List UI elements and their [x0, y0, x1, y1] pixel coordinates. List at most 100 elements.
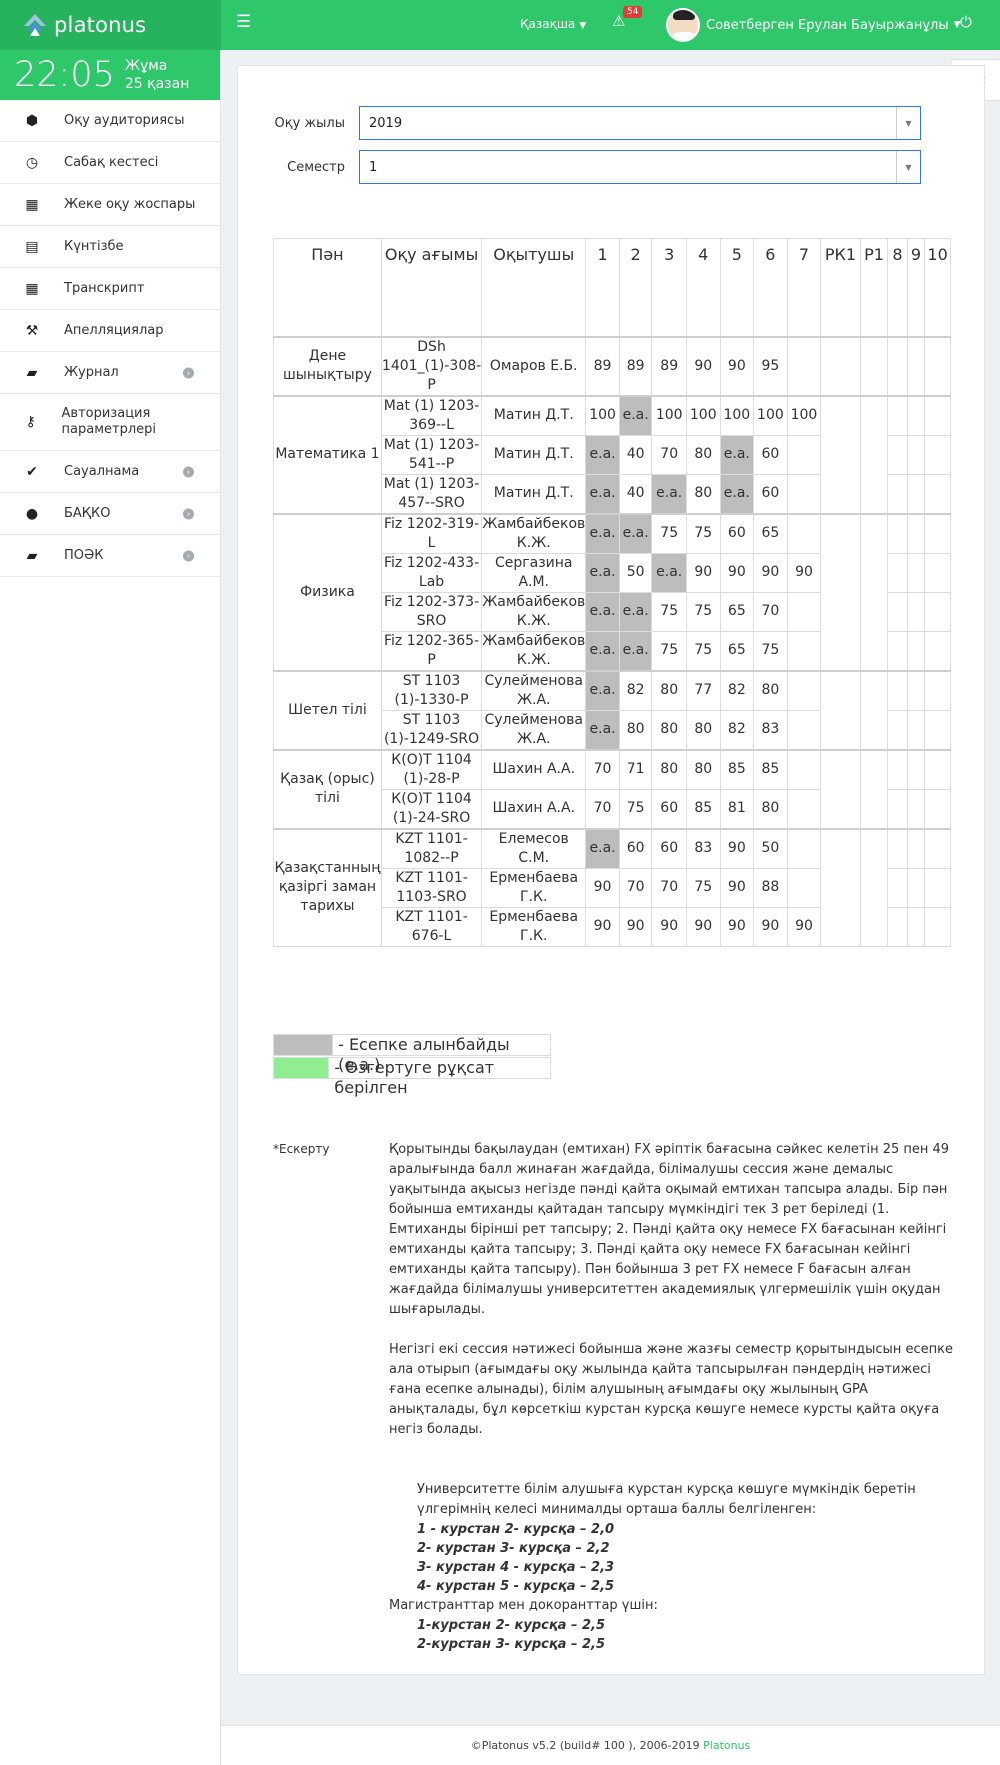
- column-header: 9: [906, 238, 926, 337]
- column-header: Оқытушы: [481, 238, 587, 337]
- sidebar-item-label: Сауалнама: [64, 463, 140, 479]
- rk1-cell: [820, 394, 861, 514]
- table-row: Шетел тілі ST 1103 (1)-1330-P Сулейменова …: [273, 669, 951, 750]
- grade-cell: [786, 591, 822, 632]
- column-header: 3: [651, 238, 687, 337]
- grade-cell: е.а.: [719, 473, 755, 514]
- sidebar-item-4[interactable]: ▦ Транскрипт: [0, 268, 220, 310]
- sidebar-nav: ⬢ Оқу аудиториясы ◷ Сабақ кестесі ▦ Жеке оқу …: [0, 100, 220, 577]
- grade-cell: е.а.: [618, 512, 653, 554]
- grade-cell: 90: [719, 827, 755, 869]
- column-header: Р1: [859, 238, 889, 337]
- column-header: 1: [585, 238, 620, 337]
- sidebar-item-1[interactable]: ◷ Сабақ кестесі: [0, 142, 220, 184]
- grade-cell: [887, 748, 908, 790]
- grade-cell: 100: [585, 394, 620, 436]
- sidebar-item-6[interactable]: ▰ Журнал ›: [0, 352, 220, 394]
- sidebar-item-3[interactable]: ▤ Күнтізбе: [0, 226, 220, 268]
- year-value: 2019: [369, 116, 403, 131]
- year-select[interactable]: 2019 ▼: [359, 106, 921, 140]
- grade-cell: [906, 867, 926, 908]
- grade-cell: 100: [719, 394, 755, 436]
- sidebar-item-label: ПОӘК: [64, 547, 104, 563]
- grade-cell: [887, 630, 908, 671]
- sidebar-item-5[interactable]: ⚒ Апелляциялар: [0, 310, 220, 352]
- grade-cell: [924, 630, 951, 671]
- footer-link[interactable]: Platonus: [703, 1739, 750, 1752]
- grade-cell: 75: [685, 591, 721, 632]
- semester-select[interactable]: 1 ▼: [359, 150, 921, 184]
- table-row: Қазақ (орыс) тілі К(О)Т 1104 (1)-28-P Шахи…: [273, 748, 951, 829]
- key-icon: ⚷: [25, 414, 36, 430]
- grade-cell: 70: [585, 788, 620, 829]
- subject-cell: Физика: [273, 512, 382, 671]
- grade-cell: е.а.: [618, 394, 653, 436]
- sidebar-item-8[interactable]: ✔ Сауалнама ›: [0, 451, 220, 493]
- semester-label: Семестр: [287, 159, 345, 175]
- grade-cell: 80: [618, 709, 653, 750]
- grade-cell: 90: [618, 906, 653, 947]
- grade-cell: 90: [719, 552, 755, 593]
- grade-cell: [887, 591, 908, 632]
- legend-swatch-excluded: [274, 1035, 333, 1055]
- grade-cell: 85: [685, 788, 721, 829]
- grade-cell: е.а.: [618, 591, 653, 632]
- masters-label: Магистранттар мен докоранттар үшін:: [389, 1598, 658, 1613]
- grade-cell: е.а.: [585, 669, 620, 711]
- column-header: 2: [618, 238, 653, 337]
- brand[interactable]: platonus: [0, 0, 221, 50]
- grade-cell: 85: [719, 748, 755, 790]
- sidebar-item-10[interactable]: ▰ ПОӘК ›: [0, 535, 220, 577]
- sidebar-item-label: Оқу аудиториясы: [64, 112, 185, 128]
- semester-filter: Семестр 1 ▼: [238, 150, 921, 184]
- rk1-cell: [820, 512, 861, 671]
- grade-cell: [887, 669, 908, 711]
- notifications-button[interactable]: ⚠ 54: [612, 6, 643, 30]
- note-paragraph-3: Университетте білім алушыға курстан курс…: [417, 1482, 916, 1517]
- stream-cell: DSh 1401_(1)-308-P: [380, 335, 483, 396]
- grade-cell: [906, 748, 926, 790]
- grades-table-wrapper[interactable]: Пән Оқу ағымы Оқытушы 1 2 3 4 5 6 7 РК1 Р1 8 9 10 Дене…: [273, 238, 951, 947]
- year-filter: Оқу жылы 2019 ▼: [238, 106, 921, 140]
- sidebar-item-0[interactable]: ⬢ Оқу аудиториясы: [0, 100, 220, 142]
- grade-cell: 60: [753, 434, 788, 475]
- language-selector[interactable]: Қазақша ▼: [520, 17, 586, 31]
- masters-rule-item: 2-курстан 3- курсқа – 2,5: [417, 1637, 606, 1652]
- grade-cell: 75: [753, 630, 788, 671]
- grade-cell: 85: [753, 748, 788, 790]
- grade-cell: е.а.: [585, 630, 620, 671]
- column-header: Пән: [273, 238, 382, 337]
- grade-cell: 80: [651, 669, 687, 711]
- grade-cell: 40: [618, 473, 653, 514]
- grade-cell: [887, 867, 908, 908]
- check-circle-icon: ✔: [26, 463, 38, 480]
- stream-cell: Fiz 1202-373-SRO: [380, 591, 483, 632]
- teacher-cell: Сулейменова Ж.А.: [481, 709, 587, 750]
- user-menu[interactable]: Советберген Ерулан Бауыржанұлы ▼: [666, 8, 961, 42]
- grade-cell: 60: [651, 788, 687, 829]
- table-row: Математика 1 Mat (1) 1203-369--L Матин Д.Т…: [273, 394, 951, 514]
- grade-cell: [924, 827, 951, 869]
- sidebar-item-label: Транскрипт: [64, 280, 145, 296]
- r1-cell: [859, 394, 889, 514]
- legend: - Есепке алынбайды (е.а.) - Өзгертуге рұ…: [273, 1034, 551, 1097]
- calendar-icon: ▤: [25, 238, 39, 255]
- sidebar-item-7[interactable]: ⚷ Авторизация параметрлері: [0, 394, 220, 451]
- sidebar-item-2[interactable]: ▦ Жеке оқу жоспары: [0, 184, 220, 226]
- power-icon[interactable]: ⏻: [960, 13, 972, 31]
- grade-cell: 71: [618, 748, 653, 790]
- menu-toggle-icon[interactable]: ☰: [236, 12, 251, 32]
- grade-cell: [924, 335, 951, 396]
- grade-cell: [887, 788, 908, 829]
- stream-cell: К(О)Т 1104 (1)-28-P: [380, 748, 483, 790]
- grade-cell: [786, 473, 822, 514]
- note-paragraph-2: Негізгі екі сессия нәтижесі бойынша және…: [389, 1342, 953, 1437]
- clock-day: Жұма: [124, 58, 168, 74]
- grade-cell: 100: [651, 394, 687, 436]
- chevron-down-icon: ▼: [896, 151, 920, 183]
- teacher-cell: Матин Д.Т.: [481, 473, 587, 514]
- grade-cell: [887, 473, 908, 514]
- sidebar-item-9[interactable]: ● БАҚКО ›: [0, 493, 220, 535]
- sidebar: 22:05 Жұма 25 қазан ⬢ Оқу аудиториясы ◷ Саб…: [0, 50, 221, 1765]
- column-header: 7: [786, 238, 822, 337]
